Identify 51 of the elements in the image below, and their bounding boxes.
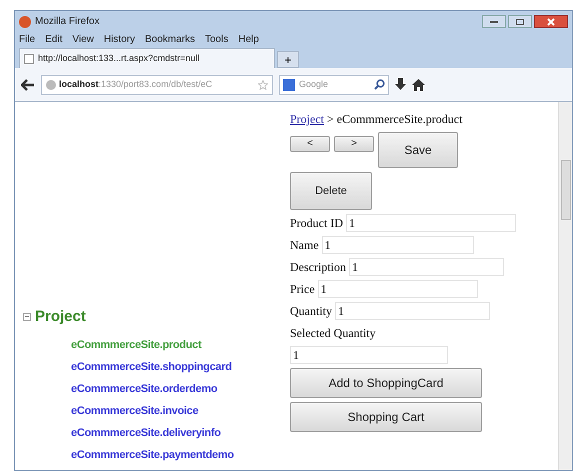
page-icon (24, 54, 34, 64)
field-label: Selected Quantity (290, 325, 377, 342)
download-icon[interactable] (395, 78, 406, 91)
field-label: Product ID (290, 215, 343, 232)
tree-item[interactable]: eCommmerceSite.shoppingcard (71, 356, 290, 378)
menu-item[interactable]: View (72, 32, 94, 47)
browser-tab[interactable]: http://localhost:133...rt.aspx?cmdstr=null (19, 48, 275, 68)
close-button[interactable] (534, 15, 568, 28)
input-field[interactable]: 1 (346, 214, 516, 232)
collapse-icon[interactable] (23, 312, 31, 321)
input-field[interactable]: 1 (290, 346, 448, 364)
menu-item[interactable]: History (104, 32, 135, 47)
input-field[interactable]: 1 (318, 280, 478, 298)
input-field[interactable]: 1 (335, 302, 490, 320)
menu-item[interactable]: Help (238, 32, 259, 47)
breadcrumb: Project > eCommmerceSite.product (290, 111, 464, 128)
next-button[interactable]: > (334, 136, 374, 152)
close-icon (547, 18, 555, 26)
save-button[interactable]: Save (378, 132, 458, 168)
tree-root[interactable]: Project (35, 306, 86, 328)
maximize-button[interactable] (508, 15, 532, 28)
tree-item[interactable]: eCommmerceSite.orderdemo (71, 378, 290, 400)
field-label: Description (290, 259, 346, 276)
search-engine-icon (283, 78, 295, 90)
back-icon[interactable] (21, 78, 35, 90)
star-icon[interactable] (258, 80, 268, 90)
minimize-button[interactable] (482, 15, 506, 28)
field-label: Quantity (290, 303, 332, 320)
menu-item[interactable]: File (19, 32, 36, 47)
menu-item[interactable]: Edit (45, 32, 62, 47)
delete-button[interactable]: Delete (290, 172, 372, 210)
new-tab-button[interactable]: + (277, 51, 299, 68)
menu-item[interactable]: Tools (205, 32, 228, 47)
previous-button[interactable]: < (290, 136, 330, 152)
field-label: Name (290, 237, 319, 254)
action-button[interactable]: Shopping Cart (290, 402, 482, 432)
menu-item[interactable]: Bookmarks (144, 32, 195, 47)
window-title: Mozilla Firefox (35, 15, 100, 29)
search-icon[interactable] (374, 79, 385, 90)
globe-icon (46, 80, 56, 90)
input-field[interactable]: 1 (322, 236, 474, 254)
tree-item[interactable]: eCommmerceSite.deliveryinfo (71, 422, 290, 444)
tree-item[interactable]: eCommmerceSite.invoice (71, 400, 290, 422)
scrollbar[interactable] (558, 102, 572, 470)
action-button[interactable]: Add to ShoppingCard (290, 368, 482, 398)
field-label: Price (290, 281, 315, 298)
address-field[interactable]: localhost:1330/port83.com/db/test/eC (41, 74, 273, 94)
input-field[interactable]: 1 (349, 258, 504, 276)
home-icon[interactable] (412, 78, 425, 90)
breadcrumb-link[interactable]: Project (290, 112, 324, 126)
tree-item[interactable]: eCommmerceSite.paymentdemo (71, 444, 290, 466)
